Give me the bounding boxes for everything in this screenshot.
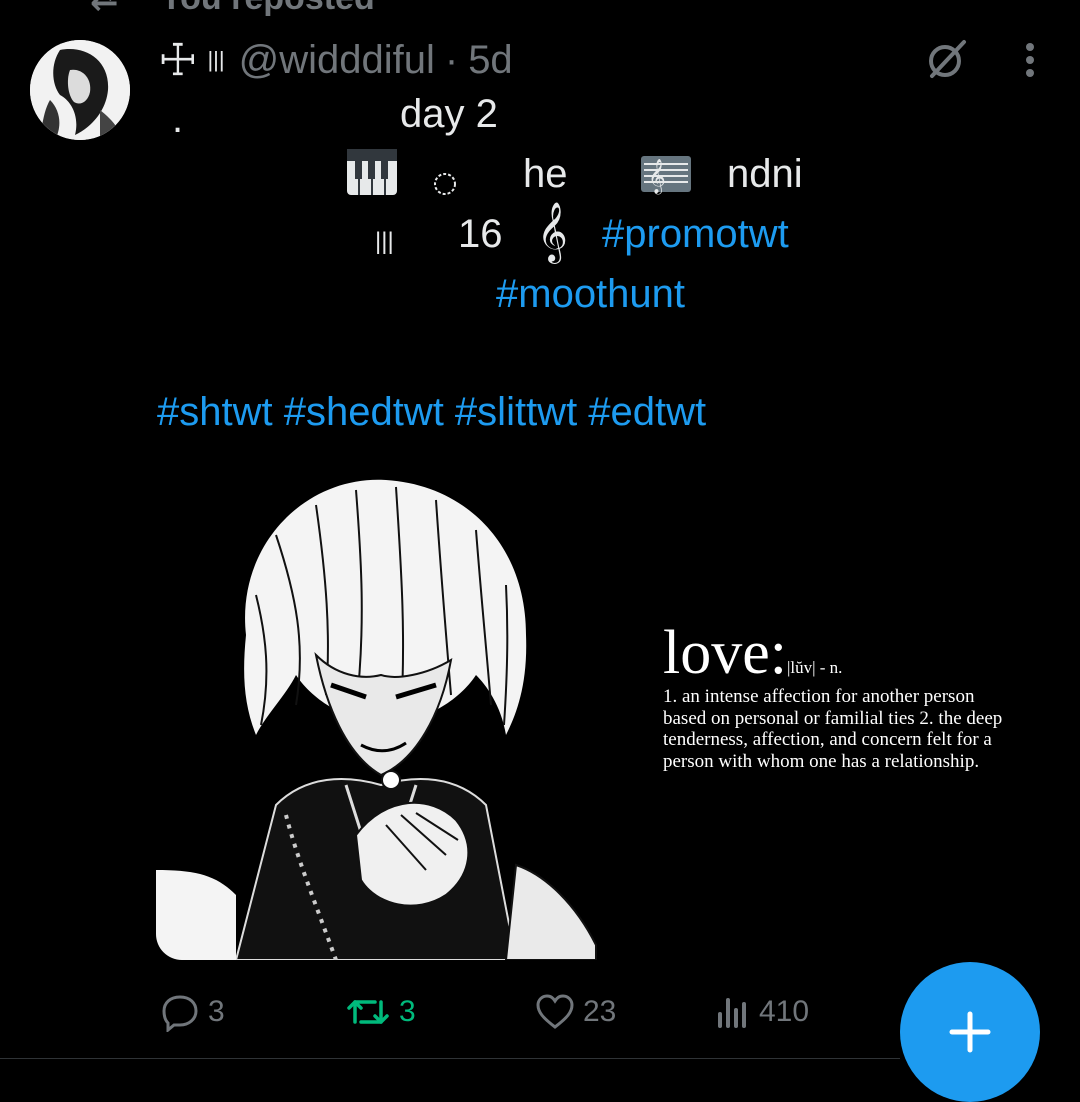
like-count: 23 xyxy=(583,995,617,1028)
treble-clef-icon: 𝄞 xyxy=(537,203,568,261)
post-header: ☩ ||| @widddiful · 5d xyxy=(158,35,513,85)
author-handle[interactable]: @widddiful xyxy=(239,38,435,83)
avatar-image xyxy=(30,40,130,140)
post-time[interactable]: 5d xyxy=(468,38,513,83)
repost-button[interactable]: 3 xyxy=(345,990,416,1034)
dotted-circle-icon xyxy=(432,160,458,208)
avatar[interactable] xyxy=(30,40,130,140)
grok-icon[interactable] xyxy=(924,36,970,82)
bars-icon: ||| xyxy=(207,47,225,72)
hashtag-moothunt[interactable]: #moothunt xyxy=(496,270,685,318)
heart-icon xyxy=(536,994,574,1029)
compose-button[interactable] xyxy=(900,962,1040,1102)
reply-count: 3 xyxy=(208,995,225,1028)
love-definition: 1. an intense affection for another pers… xyxy=(663,686,1003,772)
hashtag-promotwt[interactable]: #promotwt xyxy=(602,210,789,258)
views-button[interactable]: 410 xyxy=(715,990,809,1034)
reply-button[interactable]: 3 xyxy=(160,990,225,1034)
post-text-ndni: ndni xyxy=(727,152,803,196)
like-button[interactable]: 23 xyxy=(535,990,616,1034)
repost-banner: ⇄ You reposted xyxy=(90,0,375,18)
post-divider xyxy=(0,1058,900,1059)
plus-icon xyxy=(949,1011,991,1053)
header-separator: · xyxy=(444,37,459,82)
love-pronunciation: |lŭv| - n. xyxy=(786,658,843,677)
post-text-dot: . xyxy=(172,97,184,141)
musical-score-emoji-icon: 𝄞 xyxy=(640,150,692,198)
views-count: 410 xyxy=(759,995,810,1028)
repost-count: 3 xyxy=(399,995,416,1028)
views-icon xyxy=(718,998,746,1028)
reply-icon xyxy=(162,995,198,1032)
post-media-image[interactable] xyxy=(156,475,598,960)
hashtag-row[interactable]: #shtwt #shedtwt #slittwt #edtwt xyxy=(157,388,706,436)
repost-icon: ⇄ xyxy=(90,0,120,18)
retweet-icon xyxy=(347,1000,389,1024)
svg-text:𝄞: 𝄞 xyxy=(648,159,666,195)
post-text-day: day 2 xyxy=(400,92,498,136)
love-word-text: love: xyxy=(663,619,787,687)
cross-icon: ☩ xyxy=(158,35,198,85)
repost-banner-text: You reposted xyxy=(160,0,375,17)
piano-emoji-icon xyxy=(346,148,398,196)
post-text-age: 16 xyxy=(458,212,503,256)
post-text-he: he xyxy=(523,152,568,196)
bars-small-icon: ||| xyxy=(375,228,394,255)
more-options-icon[interactable] xyxy=(1012,40,1048,80)
